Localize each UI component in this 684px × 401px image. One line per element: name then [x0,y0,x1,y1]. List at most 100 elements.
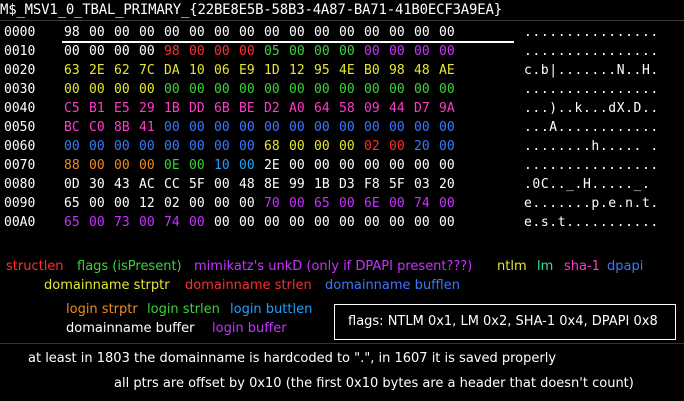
hex-byte: 12 [289,63,305,78]
hex-byte: 10 [189,63,205,78]
hex-byte: 00 [314,158,330,173]
hex-byte: E9 [239,63,255,78]
hex-byte: 00 [339,158,355,173]
hex-row: 0030 00 00 00 00 00 00 00 00 00 00 00 00 00 00 00 00....… [4,81,684,100]
hex-byte: 7C [139,63,155,78]
hex-byte: 00 [289,82,305,97]
hex-byte: 5F [189,177,205,192]
hex-byte: D3 [339,177,355,192]
hex-row: 0060 00 00 00 00 00 00 00 00 68 00 00 00 02 00 20 00....… [4,138,684,157]
hex-byte: 00 [314,82,330,97]
hex-byte: 98 [164,44,180,59]
hex-byte: 00 [439,196,455,211]
flags-info-text: flags: NTLM 0x1, LM 0x2, SHA-1 0x4, DPAP… [348,314,658,329]
hex-bytes: 65 00 73 00 74 00 00 00 00 00 00 00 00 00 00 00 [64,215,464,230]
hex-byte: 00 [139,25,155,40]
hex-row: 0000 98 00 00 00 00 00 00 00 00 00 00 00 00 00 00 00....… [4,24,684,43]
hex-byte: 00 [89,82,105,97]
hex-byte: 00 [414,215,430,230]
hex-ascii: .0C.._.H....._. [524,177,651,192]
hex-byte: 00 [389,215,405,230]
hex-bytes: 00 00 00 00 00 00 00 00 00 00 00 00 00 00 00 00 [64,82,464,97]
hex-byte: 00 [314,44,330,59]
hex-byte: 00 [189,215,205,230]
hex-byte: 00 [264,25,280,40]
hex-byte: 65 [64,196,80,211]
hex-byte: 00 [239,196,255,211]
hex-byte: 98 [389,63,405,78]
hex-byte: 00 [389,44,405,59]
hex-byte: 00 [339,196,355,211]
hex-byte: 00 [289,196,305,211]
hex-byte: 00 [239,158,255,173]
hex-byte: 00 [239,120,255,135]
hex-byte: 00 [364,120,380,135]
hex-byte: B0 [364,63,380,78]
legend-domainname-buffer: domainname buffer [66,321,195,336]
hex-byte: 63 [64,63,80,78]
hex-byte: 00 [314,120,330,135]
hex-bytes: BC C0 8B 41 00 00 00 00 00 00 00 00 00 00 00 00 [64,120,464,135]
hex-byte: BE [239,101,255,116]
legend-dpapi: dpapi [607,259,644,274]
hex-ascii: ................ [524,158,659,173]
legend-login-strptr: login strptr [66,302,138,317]
hex-byte: 00 [414,158,430,173]
legend-domainname-strlen: domainname strlen [185,278,312,293]
note-ptr-offset: all ptrs are offset by 0x10 (the first 0… [114,376,634,391]
hex-bytes: 88 00 00 00 0E 00 10 00 2E 00 00 00 00 00 00 00 [64,158,464,173]
hex-byte: 03 [414,177,430,192]
hex-byte: 00 [314,215,330,230]
hex-byte: 9A [439,101,455,116]
hex-byte: 00 [214,215,230,230]
hex-byte: 00 [339,44,355,59]
hex-byte: 1D [264,63,280,78]
hex-byte: 00 [214,44,230,59]
hex-byte: 00 [89,215,105,230]
hex-byte: 00 [214,196,230,211]
hex-ascii: e.s.t........... [524,215,659,230]
legend-ntlm: ntlm [497,259,527,274]
hex-byte: 41 [139,120,155,135]
hex-byte: 00 [189,139,205,154]
title-divider [0,20,684,21]
hex-byte: 02 [364,139,380,154]
legend-login-buttlen: login buttlen [230,302,313,317]
hex-byte: 00 [139,82,155,97]
hex-byte: 00 [414,44,430,59]
hex-byte: AE [439,63,455,78]
hex-byte: BC [64,120,80,135]
hex-row: 0010 00 00 00 00 98 00 00 00 05 00 00 00 00 00 00 00....… [4,43,684,62]
hex-byte: 00 [389,25,405,40]
hex-byte: 00 [114,158,130,173]
hex-byte: 68 [264,139,280,154]
hex-byte: 00 [164,82,180,97]
hex-byte: 00 [289,44,305,59]
hex-byte: 20 [414,139,430,154]
hex-bytes: 00 00 00 00 00 00 00 00 68 00 00 00 02 00 20 00 [64,139,464,154]
hex-offset: 0020 [4,63,36,78]
hex-byte: 48 [239,177,255,192]
hex-byte: 00 [139,139,155,154]
hex-offset: 0000 [4,25,36,40]
hex-byte: 00 [114,44,130,59]
hex-byte: 48 [414,63,430,78]
hex-byte: 00 [414,120,430,135]
hex-byte: 00 [439,158,455,173]
hex-offset: 0080 [4,177,36,192]
hex-byte: C5 [64,101,80,116]
hex-byte: A0 [289,101,305,116]
hex-byte: 99 [289,177,305,192]
hex-byte: DD [189,101,205,116]
hex-byte: 00 [389,158,405,173]
hex-ascii: c.b|.......N..H. [524,63,659,78]
hex-byte: E5 [114,101,130,116]
hex-offset: 0030 [4,82,36,97]
hex-ascii: e.......p.e.n.t. [524,196,659,211]
hex-byte: 43 [114,177,130,192]
hex-byte: 74 [164,215,180,230]
hex-byte: 00 [439,44,455,59]
legend-lm: lm [537,259,554,274]
hex-byte: CC [164,177,180,192]
hex-byte: 00 [139,215,155,230]
